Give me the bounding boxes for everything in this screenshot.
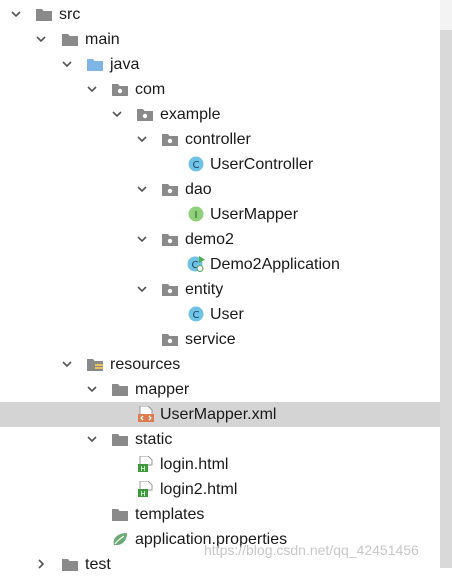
chevron-right-icon[interactable] [35, 558, 47, 570]
tree-item-login2-html[interactable]: H login2.html [0, 477, 440, 502]
chevron-down-icon[interactable] [136, 283, 148, 295]
tree-item-label: templates [135, 506, 205, 523]
svg-text:C: C [193, 160, 200, 171]
chevron-down-icon[interactable] [111, 108, 123, 120]
class-icon: C [188, 156, 204, 172]
tree-item-usermapper-xml[interactable]: UserMapper.xml [0, 402, 440, 427]
tree-item-label: mapper [135, 381, 190, 398]
chevron-down-icon[interactable] [86, 433, 98, 445]
tree-item-usermapper[interactable]: I UserMapper [0, 202, 440, 227]
tree-item-label: login2.html [160, 481, 238, 498]
package-icon [137, 109, 153, 121]
chevron-down-icon[interactable] [136, 183, 148, 195]
tree-item-com[interactable]: com [0, 77, 440, 102]
tree-item-label: UserController [210, 156, 314, 173]
chevron-down-icon[interactable] [61, 58, 73, 70]
tree-item-label: example [160, 106, 221, 123]
chevron-down-icon[interactable] [136, 233, 148, 245]
package-icon [162, 334, 178, 346]
folder-icon [112, 384, 128, 396]
package-icon [162, 134, 178, 146]
svg-text:H: H [140, 490, 145, 497]
tree-item-entity[interactable]: entity [0, 277, 440, 302]
tree-item-label: User [210, 306, 244, 323]
tree-item-user[interactable]: C User [0, 302, 440, 327]
chevron-down-icon[interactable] [10, 8, 22, 20]
spring-boot-class-icon: C [187, 256, 205, 272]
tree-item-service[interactable]: service [0, 327, 440, 352]
resources-folder-icon [87, 359, 103, 371]
tree-item-label: java [110, 56, 140, 73]
tree-item-label: entity [185, 281, 224, 298]
tree-item-label: demo2 [185, 231, 234, 248]
html-file-icon: H [138, 481, 153, 497]
tree-item-label: UserMapper [210, 206, 299, 223]
folder-icon [112, 509, 128, 521]
interface-icon: I [188, 206, 204, 222]
chevron-down-icon[interactable] [61, 358, 73, 370]
chevron-down-icon[interactable] [35, 33, 47, 45]
package-icon [162, 284, 178, 296]
tree-item-label: Demo2Application [210, 256, 340, 273]
project-tree: src main java com example controller C U… [0, 0, 440, 573]
watermark-text: https://blog.csdn.net/qq_42451456 [204, 542, 419, 558]
vertical-scrollbar-thumb[interactable] [440, 30, 452, 568]
tree-item-label: com [135, 81, 166, 98]
package-icon [162, 184, 178, 196]
tree-item-mapper[interactable]: mapper [0, 377, 440, 402]
tree-item-demo2application[interactable]: C Demo2Application [0, 252, 440, 277]
tree-item-label: resources [110, 356, 181, 373]
tree-item-main[interactable]: main [0, 27, 440, 52]
tree-item-demo2[interactable]: demo2 [0, 227, 440, 252]
tree-item-label: static [135, 431, 173, 448]
tree-item-dao[interactable]: dao [0, 177, 440, 202]
chevron-down-icon[interactable] [86, 383, 98, 395]
folder-icon [112, 434, 128, 446]
class-icon: C [188, 306, 204, 322]
package-icon [162, 234, 178, 246]
tree-item-label: login.html [160, 456, 229, 473]
tree-item-label: main [85, 31, 120, 48]
tree-item-login-html[interactable]: H login.html [0, 452, 440, 477]
tree-item-example[interactable]: example [0, 102, 440, 127]
tree-item-label: test [85, 556, 111, 573]
xml-file-icon [138, 406, 154, 422]
svg-text:I: I [195, 210, 198, 221]
chevron-down-icon[interactable] [86, 83, 98, 95]
tree-item-resources[interactable]: resources [0, 352, 440, 377]
tree-item-label: UserMapper.xml [160, 406, 277, 423]
tree-item-controller[interactable]: controller [0, 127, 440, 152]
package-icon [112, 84, 128, 96]
folder-icon [62, 559, 78, 571]
folder-icon [62, 34, 78, 46]
tree-item-label: dao [185, 181, 212, 198]
tree-item-label: src [59, 6, 81, 23]
tree-item-label: controller [185, 131, 251, 148]
spring-leaf-icon [113, 533, 127, 546]
tree-item-templates[interactable]: templates [0, 502, 440, 527]
tree-item-java[interactable]: java [0, 52, 440, 77]
tree-item-label: service [185, 331, 236, 348]
tree-item-src[interactable]: src [0, 2, 440, 27]
source-folder-icon [87, 59, 103, 71]
folder-icon [36, 9, 52, 21]
chevron-down-icon[interactable] [136, 133, 148, 145]
svg-text:C: C [193, 310, 200, 321]
tree-item-static[interactable]: static [0, 427, 440, 452]
tree-item-usercontroller[interactable]: C UserController [0, 152, 440, 177]
html-file-icon: H [138, 456, 153, 472]
svg-text:H: H [140, 465, 145, 472]
